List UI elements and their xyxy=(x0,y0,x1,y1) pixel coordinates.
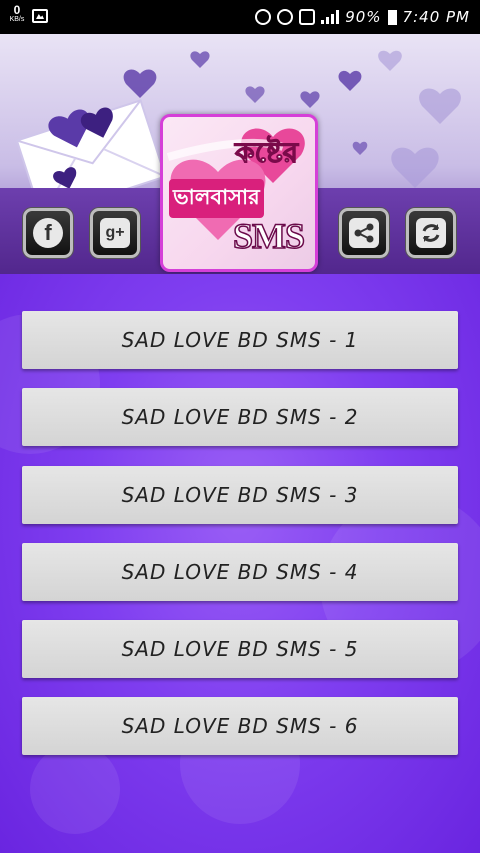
facebook-icon-glyph: f xyxy=(44,220,52,245)
facebook-icon: f xyxy=(33,218,63,248)
gallery-notification-icon xyxy=(32,9,48,23)
logo-word-1: কষ্টের xyxy=(234,136,299,170)
share-icon xyxy=(349,218,379,248)
main-menu-area: SAD LOVE BD SMS - 1 SAD LOVE BD SMS - 2 … xyxy=(0,274,480,853)
menu-item-6[interactable]: SAD LOVE BD SMS - 6 xyxy=(22,697,458,755)
share-button[interactable] xyxy=(339,208,389,258)
google-plus-icon: g+ xyxy=(100,218,130,248)
refresh-button[interactable] xyxy=(406,208,456,258)
battery-percent: 90% xyxy=(345,8,382,26)
network-speed-unit: KB/s xyxy=(9,16,25,23)
status-icons: 90% 7:40 PM xyxy=(255,0,470,34)
data-saver-icon xyxy=(277,9,294,25)
app-logo: কষ্টের ভালবাসার SMS xyxy=(160,114,318,272)
signal-strength-icon xyxy=(321,10,340,24)
menu-item-2[interactable]: SAD LOVE BD SMS - 2 xyxy=(22,388,458,446)
hd-icon xyxy=(299,9,316,25)
google-plus-button[interactable]: g+ xyxy=(90,208,140,258)
menu-item-5[interactable]: SAD LOVE BD SMS - 5 xyxy=(22,620,458,678)
clock: 7:40 PM xyxy=(402,8,470,26)
logo-word-2: ভালবাসার xyxy=(169,179,264,218)
logo-word-3: SMS xyxy=(232,215,306,257)
menu-item-4[interactable]: SAD LOVE BD SMS - 4 xyxy=(22,543,458,601)
facebook-button[interactable]: f xyxy=(23,208,73,258)
menu-item-3[interactable]: SAD LOVE BD SMS - 3 xyxy=(22,466,458,524)
alarm-icon xyxy=(255,9,272,25)
network-speed-value: 0 xyxy=(13,3,21,17)
bokeh-circle xyxy=(30,744,120,834)
status-bar: 0 KB/s 90% 7:40 PM xyxy=(0,0,480,34)
menu-item-1[interactable]: SAD LOVE BD SMS - 1 xyxy=(22,311,458,369)
battery-icon xyxy=(387,9,397,25)
network-speed: 0 KB/s xyxy=(5,4,29,23)
google-plus-icon-glyph: g+ xyxy=(105,224,125,241)
refresh-icon xyxy=(416,218,446,248)
header-banner: কষ্টের ভালবাসার SMS f g+ xyxy=(0,34,480,274)
